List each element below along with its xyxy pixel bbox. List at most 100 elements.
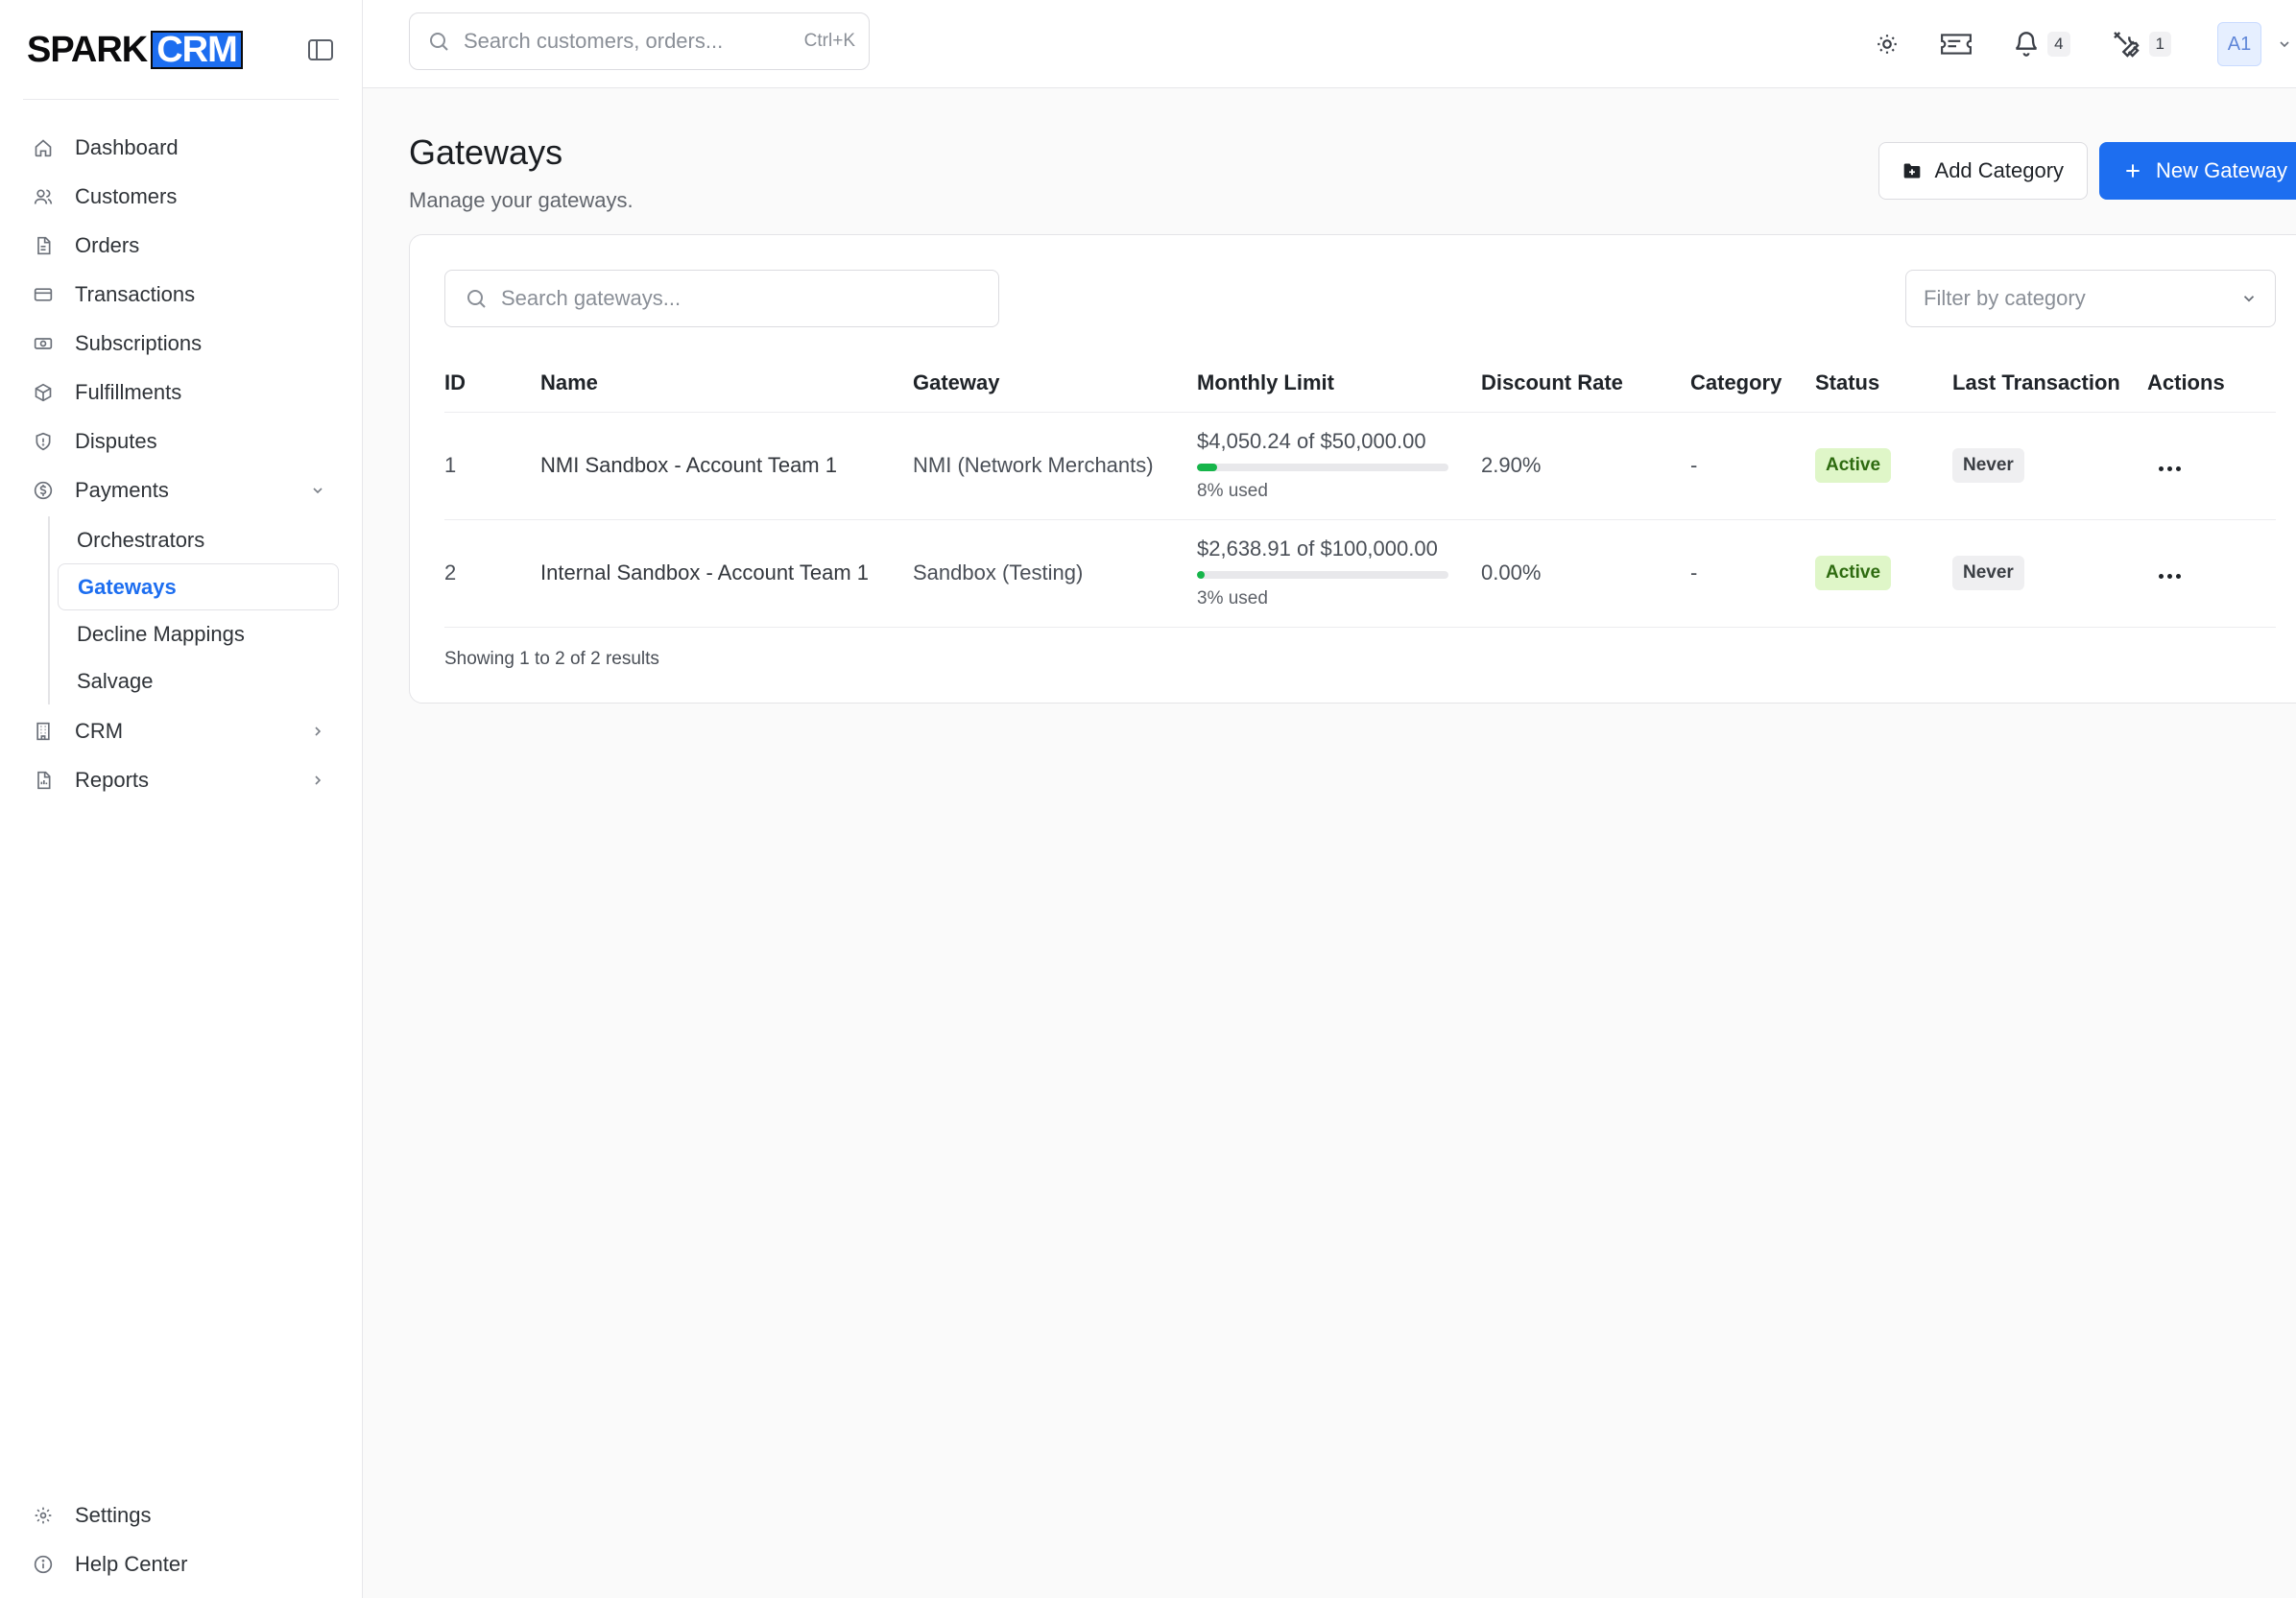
sidebar-item-disputes[interactable]: Disputes — [19, 417, 339, 465]
cell-discount-rate: 2.90% — [1481, 412, 1690, 520]
sidebar-subitem-decline-mappings[interactable]: Decline Mappings — [58, 610, 339, 657]
category-filter-select[interactable]: Filter by category — [1905, 270, 2276, 327]
cell-id: 2 — [444, 519, 540, 628]
sidebar-item-label: Help Center — [75, 1551, 188, 1576]
search-icon — [427, 30, 450, 53]
sidebar-item-label: Fulfillments — [75, 379, 182, 404]
used-amount: $2,638.91 — [1197, 537, 1291, 560]
column-header[interactable]: Status — [1815, 354, 1952, 413]
cell-gateway: NMI (Network Merchants) — [913, 412, 1197, 520]
logo[interactable]: SPARK CRM — [27, 30, 243, 69]
shield-icon — [33, 431, 54, 452]
cell-category: - — [1690, 519, 1815, 628]
results-summary: Showing 1 to 2 of 2 results — [444, 648, 659, 669]
table-row[interactable]: 1 NMI Sandbox - Account Team 1 NMI (Netw… — [444, 412, 2276, 520]
limit-amount: $100,000.00 — [1320, 537, 1438, 560]
column-header[interactable]: Discount Rate — [1481, 354, 1690, 413]
sidebar-item-fulfillments[interactable]: Fulfillments — [19, 368, 339, 417]
column-header[interactable]: ID — [444, 354, 540, 413]
sidebar-item-transactions[interactable]: Transactions — [19, 270, 339, 319]
cell-last-transaction: Never — [1952, 519, 2147, 628]
column-header: Actions — [2147, 354, 2276, 413]
more-actions-icon[interactable] — [2147, 566, 2192, 586]
sidebar-toggle-icon[interactable] — [306, 36, 335, 64]
table-filters: Search gateways... Filter by category — [444, 270, 2276, 327]
more-actions-icon[interactable] — [2147, 459, 2192, 479]
header-actions: Add Category New Gateway — [1877, 142, 2296, 200]
plus-icon — [2123, 161, 2142, 180]
folder-plus-icon — [1902, 161, 1922, 180]
tools-icon — [2111, 29, 2141, 60]
limit-text: $4,050.24 of $50,000.00 — [1197, 429, 1481, 454]
cell-name[interactable]: NMI Sandbox - Account Team 1 — [540, 412, 913, 520]
gateways-card: Search gateways... Filter by category ID… — [409, 234, 2296, 704]
topbar: Search customers, orders... Ctrl+K 4 1 A… — [363, 0, 2296, 88]
sidebar-item-customers[interactable]: Customers — [19, 172, 339, 221]
table-row[interactable]: 2 Internal Sandbox - Account Team 1 Sand… — [444, 519, 2276, 628]
notifications-button[interactable]: 4 — [2013, 31, 2070, 58]
tools-button[interactable]: 1 — [2111, 29, 2171, 60]
sidebar-item-crm[interactable]: CRM — [19, 706, 339, 755]
payments-subnav: Orchestrators Gateways Decline Mappings … — [48, 516, 339, 704]
column-header[interactable]: Category — [1690, 354, 1815, 413]
add-category-button[interactable]: Add Category — [1877, 142, 2089, 200]
info-icon — [33, 1554, 54, 1575]
cell-last-transaction: Never — [1952, 412, 2147, 520]
user-menu[interactable]: A1 — [2217, 22, 2292, 66]
cell-actions — [2147, 412, 2276, 520]
gateway-search-placeholder: Search gateways... — [501, 286, 682, 310]
used-amount: $4,050.24 — [1197, 429, 1291, 453]
usage-progress-fill — [1197, 464, 1217, 471]
sidebar-item-help-center[interactable]: Help Center — [19, 1539, 339, 1588]
sidebar-subitem-salvage[interactable]: Salvage — [58, 657, 339, 704]
sidebar-item-label: Orders — [75, 232, 140, 257]
cell-monthly-limit: $4,050.24 of $50,000.00 8% used — [1197, 412, 1481, 520]
cell-status: Active — [1815, 412, 1952, 520]
bell-icon — [2013, 31, 2040, 58]
main-area: Search customers, orders... Ctrl+K 4 1 A… — [363, 0, 2296, 1598]
cash-icon — [33, 333, 54, 354]
usage-label: 3% used — [1197, 588, 1268, 608]
cell-category: - — [1690, 412, 1815, 520]
global-search-input[interactable]: Search customers, orders... Ctrl+K — [409, 12, 870, 70]
chevron-right-icon — [310, 724, 325, 739]
sidebar-subitem-gateways[interactable]: Gateways — [58, 563, 339, 610]
report-icon — [33, 770, 54, 791]
sidebar-item-reports[interactable]: Reports — [19, 755, 339, 804]
new-gateway-button[interactable]: New Gateway — [2099, 142, 2296, 200]
category-filter-placeholder: Filter by category — [1924, 286, 2086, 310]
sidebar-item-orders[interactable]: Orders — [19, 221, 339, 270]
building-icon — [33, 721, 54, 742]
sidebar-item-payments[interactable]: Payments — [19, 465, 339, 514]
column-header[interactable]: Gateway — [913, 354, 1197, 413]
gateway-search-input[interactable]: Search gateways... — [444, 270, 999, 327]
limit-text: $2,638.91 of $100,000.00 — [1197, 537, 1481, 561]
sidebar-bottom: Settings Help Center — [19, 1491, 339, 1588]
column-header[interactable]: Name — [540, 354, 913, 413]
notifications-count: 4 — [2047, 32, 2070, 57]
sidebar-item-dashboard[interactable]: Dashboard — [19, 123, 339, 172]
sidebar-subitem-orchestrators[interactable]: Orchestrators — [58, 516, 339, 563]
home-icon — [33, 137, 54, 158]
cell-id: 1 — [444, 412, 540, 520]
sidebar-item-subscriptions[interactable]: Subscriptions — [19, 319, 339, 368]
ticket-icon[interactable] — [1940, 31, 1973, 58]
gateways-table: ID Name Gateway Monthly Limit Discount R… — [444, 354, 2276, 628]
chevron-right-icon — [310, 773, 325, 788]
tools-count: 1 — [2148, 32, 2171, 57]
limit-of: of — [1297, 537, 1315, 560]
sidebar-item-label: Customers — [75, 183, 178, 208]
column-header[interactable]: Monthly Limit — [1197, 354, 1481, 413]
sidebar-item-label: Settings — [75, 1502, 152, 1527]
top-actions: 4 1 A1 — [1875, 0, 2292, 88]
dollar-circle-icon — [33, 480, 54, 501]
chevron-down-icon — [2277, 36, 2292, 52]
cell-name[interactable]: Internal Sandbox - Account Team 1 — [540, 519, 913, 628]
sidebar-item-settings[interactable]: Settings — [19, 1491, 339, 1539]
theme-toggle-icon[interactable] — [1875, 32, 1900, 57]
logo-crm: CRM — [151, 30, 243, 69]
users-icon — [33, 186, 54, 207]
column-header[interactable]: Last Transaction — [1952, 354, 2147, 413]
page-title: Gateways — [409, 132, 563, 172]
usage-progress-bar — [1197, 571, 1448, 579]
